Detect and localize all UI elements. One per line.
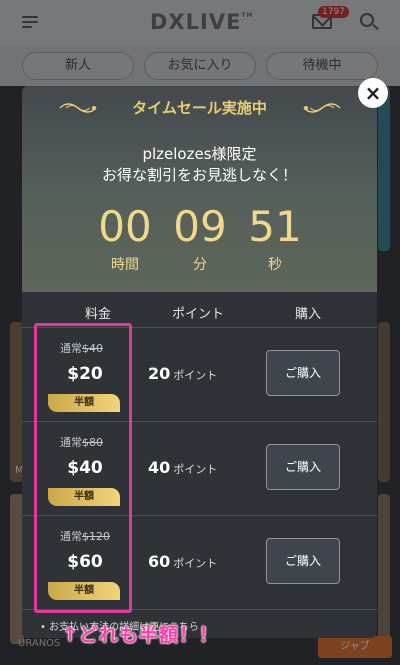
timer-hours: 00 [98,202,152,251]
ornament-icon [303,103,341,113]
annotation-callout: ↑どれも半額！！ [62,624,219,646]
highlight-box [34,323,132,613]
purchase-button[interactable]: ご購入 [266,350,340,396]
greeting-message: お得な割引をお見逃しなく！ [101,166,297,184]
sale-banner: タイムセール実施中 [22,92,377,124]
column-points: ポイント [171,307,224,322]
purchase-button[interactable]: ご購入 [266,538,340,584]
column-price: 料金 [84,307,111,322]
timer-seconds-label: 秒 [268,257,282,273]
modal-header: タイムセール実施中 plzelozes様限定 お得な割引をお見逃しなく！ 00 … [22,86,377,292]
points-amount: 60 ポイント [148,552,218,571]
points-amount: 20 ポイント [148,364,218,383]
column-purchase: 購入 [294,307,321,322]
timer-minutes-label: 分 [193,257,207,273]
purchase-button[interactable]: ご購入 [266,444,340,490]
close-button[interactable]: × [358,78,388,108]
sale-title: タイムセール実施中 [132,99,267,117]
timer-minutes: 09 [173,202,227,251]
greeting: plzelozes様限定 お得な割引をお見逃しなく！ [22,144,377,186]
countdown-timer: 00 09 51 時間 分 秒 [22,202,377,282]
ornament-icon [59,103,97,113]
timer-seconds: 51 [248,202,302,251]
points-amount: 40 ポイント [148,458,218,477]
timer-hours-label: 時間 [111,257,139,273]
greeting-user: plzelozes様限定 [142,145,257,163]
